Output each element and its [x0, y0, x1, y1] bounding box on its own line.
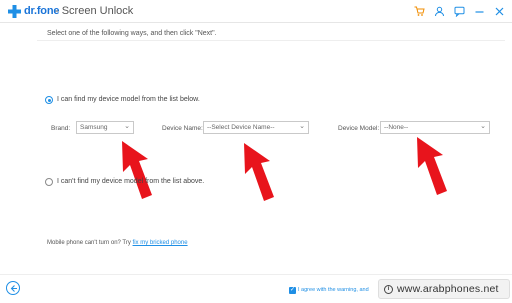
- fix-bricked-phone-link[interactable]: fix my bricked phone: [133, 240, 188, 246]
- device-model-label: Device Model:: [338, 125, 380, 132]
- chevron-down-icon: ⌄: [124, 123, 130, 130]
- red-arrow-icon: [244, 143, 274, 201]
- agree-checkbox[interactable]: ✓: [289, 287, 296, 294]
- device-name-select-value: --Select Device Name--: [207, 124, 275, 131]
- feedback-icon[interactable]: [452, 4, 466, 18]
- instruction-text: Select one of the following ways, and th…: [47, 30, 217, 37]
- radio-find-model[interactable]: [45, 96, 53, 104]
- brand-select-value: Samsung: [80, 124, 108, 131]
- info-icon: i: [384, 284, 393, 294]
- option-find-label[interactable]: I can find my device model from the list…: [57, 96, 200, 103]
- radio-cant-find-model[interactable]: [45, 178, 53, 186]
- window-controls: [412, 4, 506, 18]
- brand-name: dr.fone: [24, 5, 60, 17]
- chevron-down-icon: ⌄: [299, 123, 305, 130]
- footer-divider: [0, 274, 512, 275]
- option-cant-find-label[interactable]: I can't find my device model from the li…: [57, 178, 204, 185]
- close-icon[interactable]: [492, 4, 506, 18]
- watermark-badge: i www.arabphones.net: [378, 279, 510, 299]
- title-bar: dr.fone - Screen Unlock: [0, 0, 512, 23]
- watermark-text: www.arabphones.net: [397, 283, 499, 295]
- cart-icon[interactable]: [412, 4, 426, 18]
- help-prompt: Mobile phone can't turn on? Try: [47, 240, 131, 246]
- red-arrow-icon: [417, 137, 447, 195]
- agree-label[interactable]: I agree with the warning, and: [298, 287, 369, 293]
- back-button[interactable]: [6, 281, 20, 295]
- drfone-logo-icon: [8, 5, 21, 18]
- app-title: - Screen Unlock: [55, 5, 134, 17]
- divider: [37, 40, 505, 41]
- user-icon[interactable]: [432, 4, 446, 18]
- minimize-icon[interactable]: [472, 4, 486, 18]
- device-name-label: Device Name:: [162, 125, 203, 132]
- red-arrow-icon: [122, 141, 152, 199]
- device-name-select[interactable]: --Select Device Name-- ⌄: [203, 121, 309, 134]
- device-model-select-value: --None--: [384, 124, 409, 131]
- brand-label: Brand:: [51, 125, 71, 132]
- arrow-left-icon: [10, 284, 17, 292]
- brand-select[interactable]: Samsung ⌄: [76, 121, 134, 134]
- help-text: Mobile phone can't turn on? Try fix my b…: [47, 240, 188, 246]
- chevron-down-icon: ⌄: [480, 123, 486, 130]
